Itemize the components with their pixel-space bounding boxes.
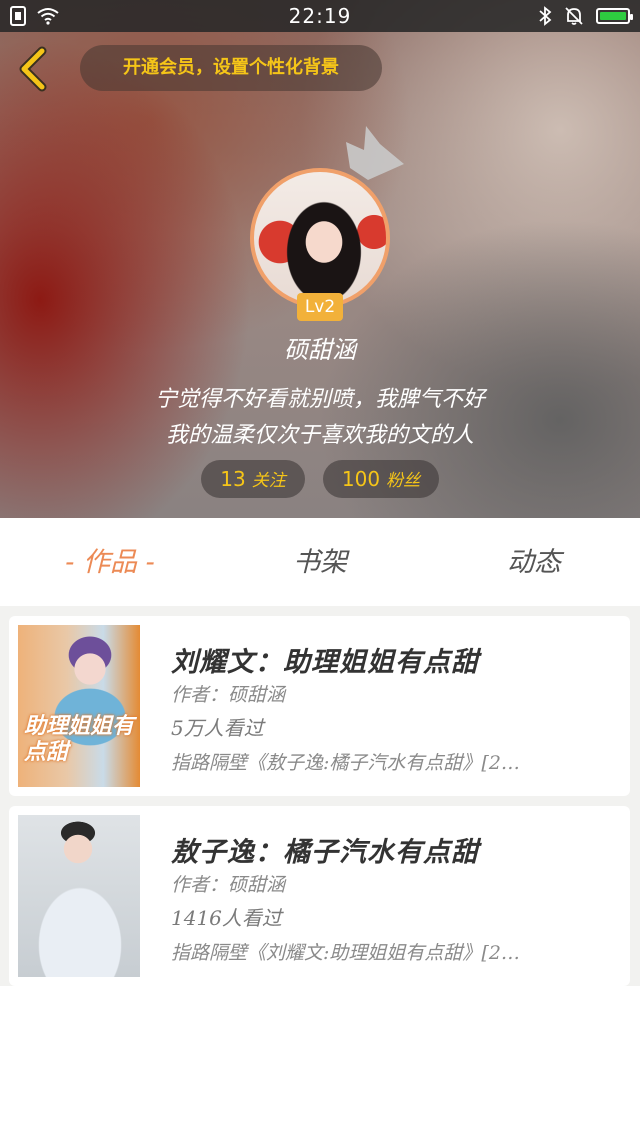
book-latest-chapter: 指路隔壁《刘耀文:助理姐姐有点甜》[2… [171,942,520,964]
battery-level [600,12,626,20]
fans-label: 粉丝 [386,471,421,491]
bio-line-2: 我的温柔仅次于喜欢我的文的人 [165,423,474,448]
book-title: 刘耀文：助理姐姐有点甜 [171,647,479,678]
book-title: 敖子逸：橘子汽水有点甜 [171,837,479,868]
book-cover[interactable]: 助理姐姐有点甜 [18,625,140,787]
fans-count: 100 [341,467,381,491]
following-button[interactable]: 13 关注 [201,460,305,498]
section-divider [0,606,640,616]
book-cover[interactable] [18,815,140,977]
crown-icon [346,126,404,180]
chevron-left-icon [19,46,47,92]
mute-bell-icon [565,7,583,25]
username: 硕甜涵 [284,336,356,364]
tab-bookshelf[interactable]: 书架 [230,518,410,606]
tab-works[interactable]: - 作品 - [20,518,200,606]
vip-banner[interactable]: 开通会员，设置个性化背景 [80,45,382,91]
status-right-icons [538,6,633,26]
book-card[interactable]: 助理姐姐有点甜 刘耀文：助理姐姐有点甜 作者：硕甜涵 5万人看过 指路隔壁《敖子… [9,616,630,796]
book-card[interactable]: 敖子逸：橘子汽水有点甜 作者：硕甜涵 1416人看过 指路隔壁《刘耀文:助理姐姐… [9,806,630,986]
following-count: 13 [220,467,246,491]
bio-line-1: 宁觉得不好看就别喷，我脾气不好 [154,387,485,412]
status-bar: 22:19 [0,0,640,32]
following-label: 关注 [251,471,286,491]
tab-activity[interactable]: 动态 [444,518,624,606]
battery-icon [596,8,633,24]
tab-bar: - 作品 - 书架 动态 [0,518,640,606]
cover-title: 助理姐姐有点甜 [24,713,135,765]
book-views: 5万人看过 [171,716,264,740]
book-latest-chapter: 指路隔壁《敖子逸:橘子汽水有点甜》[2… [171,752,520,774]
fans-button[interactable]: 100 粉丝 [323,460,439,498]
level-badge: Lv2 [297,293,343,321]
bluetooth-icon [539,6,552,26]
book-views: 1416人看过 [171,906,282,930]
profile-header: 22:19 开通会员，设置个性化背景 Lv2 硕甜涵 宁觉得不好看就别喷，我脾气… [0,0,640,518]
book-author: 作者：硕甜涵 [171,684,286,706]
back-button[interactable] [12,46,56,92]
book-list: 助理姐姐有点甜 刘耀文：助理姐姐有点甜 作者：硕甜涵 5万人看过 指路隔壁《敖子… [0,616,640,986]
book-author: 作者：硕甜涵 [171,874,286,896]
avatar[interactable] [250,168,390,308]
